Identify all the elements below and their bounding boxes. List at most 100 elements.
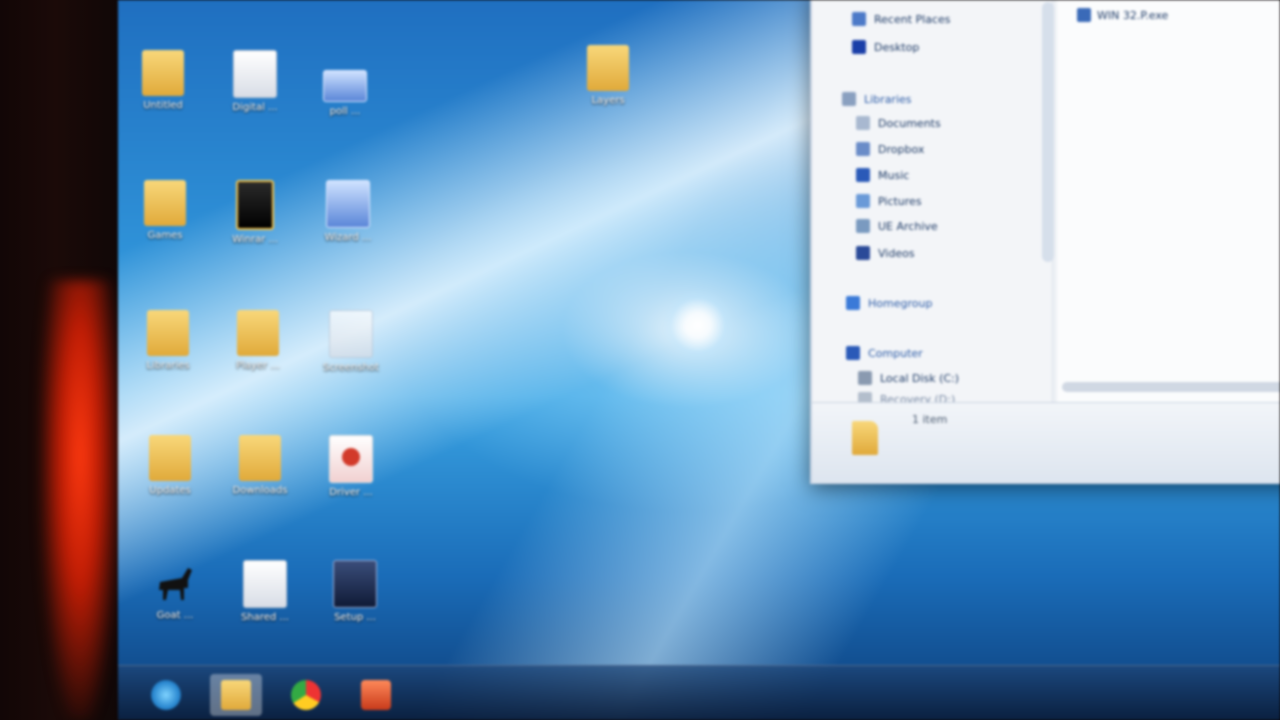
videos-icon <box>856 246 870 260</box>
homegroup-icon <box>846 296 860 310</box>
application-icon <box>333 560 377 608</box>
explorer-window[interactable]: Recent Places Desktop Libraries Document… <box>810 0 1280 484</box>
desktop-icon-player[interactable]: Player ... <box>213 310 303 410</box>
nav-item-label: Desktop <box>874 40 920 54</box>
nav-group-computer[interactable]: Computer <box>846 344 923 362</box>
nav-group-homegroup[interactable]: Homegroup <box>846 294 932 312</box>
icon-label: Driver ... <box>329 487 373 498</box>
chrome-icon <box>291 680 321 710</box>
chrome-taskbar-button[interactable] <box>280 674 332 716</box>
desktop: Untitled Digital ... poll ... Layers Gam… <box>118 0 1280 720</box>
desktop-icon-driver[interactable]: Driver ... <box>306 435 396 535</box>
folder-icon <box>221 680 251 710</box>
archive-icon <box>856 219 870 233</box>
desktop-icon-wizard[interactable]: Wizard ... <box>303 180 393 280</box>
computer-icon <box>846 346 860 360</box>
icon-label: poll ... <box>329 106 361 117</box>
nav-item-label: UE Archive <box>878 219 938 233</box>
pictures-icon <box>856 194 870 208</box>
nav-item-label: Recent Places <box>874 12 951 26</box>
desktop-icon-untitled[interactable]: Untitled <box>118 50 208 150</box>
folder-icon <box>147 310 189 356</box>
nav-group-label: Homegroup <box>868 296 933 310</box>
paint-taskbar-button[interactable] <box>350 674 402 716</box>
icon-label: Digital ... <box>232 102 278 113</box>
nav-item-label: Documents <box>878 116 941 130</box>
image-icon <box>326 180 370 228</box>
icon-label: Downloads <box>232 485 288 496</box>
nav-item-videos[interactable]: Videos <box>856 244 915 262</box>
nav-group-label: Computer <box>868 346 923 360</box>
nav-item-label: Dropbox <box>878 142 925 156</box>
desktop-icon-winrar[interactable]: Winrar ... <box>210 180 300 280</box>
nav-item-recent-places[interactable]: Recent Places <box>852 10 951 28</box>
documents-icon <box>856 116 870 130</box>
desktop-icon-layers[interactable]: Layers <box>563 45 653 145</box>
nav-item-dropbox[interactable]: Dropbox <box>856 140 924 158</box>
details-pane: 1 item <box>812 402 1280 483</box>
explorer-taskbar-button[interactable] <box>210 674 262 716</box>
icon-label: Setup ... <box>334 612 376 623</box>
goat-icon <box>159 568 192 600</box>
file-item[interactable]: WIN 32.P.exe <box>1077 8 1168 22</box>
icon-label: Libraries <box>146 360 190 371</box>
nav-item-documents[interactable]: Documents <box>856 114 941 132</box>
navigation-pane[interactable]: Recent Places Desktop Libraries Document… <box>812 0 1053 406</box>
music-icon <box>856 168 870 182</box>
icon-label: Player ... <box>236 360 280 371</box>
icon-label: Layers <box>591 95 625 106</box>
windows-orb-icon <box>151 680 181 710</box>
nav-item-label: Music <box>878 168 910 182</box>
desktop-icon-games[interactable]: Games <box>120 180 210 280</box>
nav-item-pictures[interactable]: Pictures <box>856 192 922 210</box>
image-icon <box>323 70 367 102</box>
nav-item-local-disk[interactable]: Local Disk (C:) <box>858 369 959 387</box>
pdf-icon <box>329 435 373 483</box>
desktop-icon <box>852 40 866 54</box>
taskbar <box>118 665 1280 720</box>
folder-icon <box>142 50 184 96</box>
screen-reflection <box>40 280 120 720</box>
nav-group-libraries[interactable]: Libraries <box>842 90 912 108</box>
nav-item-ue-archive[interactable]: UE Archive <box>856 217 938 235</box>
icon-label: Updates <box>149 485 191 496</box>
file-list-pane[interactable] <box>1057 0 1280 402</box>
executable-icon <box>1077 8 1091 22</box>
icon-label: Shared ... <box>241 612 289 623</box>
goat-icon <box>154 560 196 606</box>
desktop-icon-libraries[interactable]: Libraries <box>123 310 213 410</box>
nav-item-music[interactable]: Music <box>856 166 909 184</box>
nav-item-label: Pictures <box>878 194 922 208</box>
dropbox-icon <box>856 142 870 156</box>
paint-icon <box>361 680 391 710</box>
nav-item-desktop[interactable]: Desktop <box>852 38 919 56</box>
desktop-icon-digital[interactable]: Digital ... <box>210 50 300 150</box>
desktop-icon-downloads[interactable]: Downloads <box>215 435 305 535</box>
start-button[interactable] <box>140 674 192 716</box>
folder-icon <box>239 435 281 481</box>
desktop-icon-shared[interactable]: Shared ... <box>220 560 310 660</box>
desktop-icon-goat[interactable]: Goat ... <box>130 560 220 660</box>
nav-item-label: Videos <box>878 246 915 260</box>
file-item-label: WIN 32.P.exe <box>1097 8 1169 22</box>
drive-icon <box>858 371 872 385</box>
folder-icon <box>237 310 279 356</box>
icon-label: Screenshot <box>323 362 379 373</box>
desktop-icon-poll[interactable]: poll ... <box>300 70 390 170</box>
wallpaper-flare <box>663 290 733 360</box>
icon-label: Goat ... <box>156 610 194 621</box>
desktop-icon-updates[interactable]: Updates <box>125 435 215 535</box>
document-icon <box>243 560 287 608</box>
icon-label: Untitled <box>143 100 183 111</box>
document-icon <box>233 50 277 98</box>
libraries-icon <box>842 92 856 106</box>
folder-icon <box>149 435 191 481</box>
desktop-icon-screenshot[interactable]: Screenshot <box>306 310 396 410</box>
navigation-scrollbar[interactable] <box>1042 2 1054 262</box>
item-count: 1 item <box>912 413 948 426</box>
horizontal-scrollbar[interactable] <box>1062 382 1280 392</box>
desktop-icon-setup[interactable]: Setup ... <box>310 560 400 660</box>
folder-icon <box>852 421 878 455</box>
pdf-badge-icon <box>342 448 360 466</box>
icon-label: Games <box>147 230 183 241</box>
